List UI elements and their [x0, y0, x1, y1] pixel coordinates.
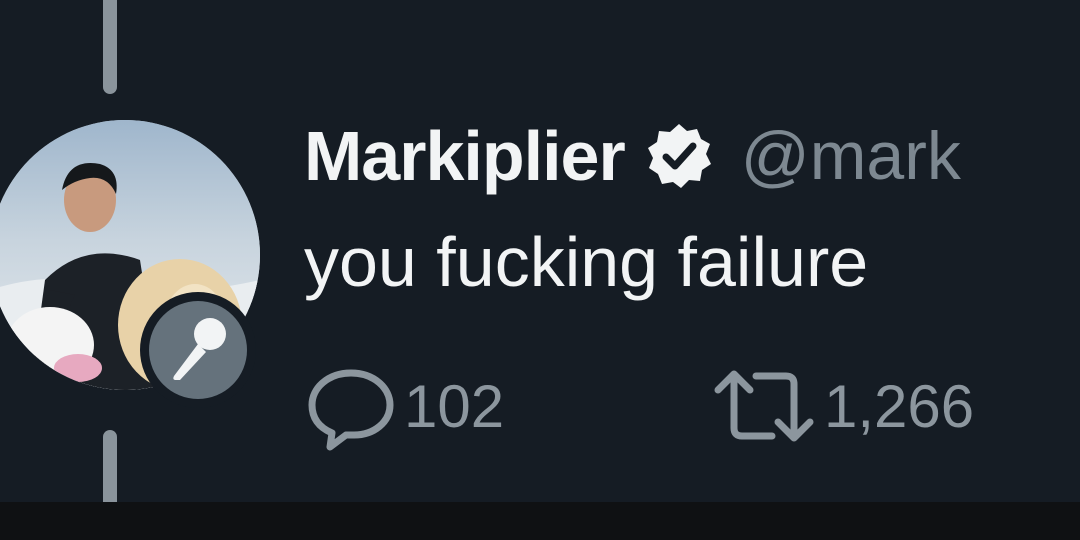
reply-count: 102: [404, 372, 505, 440]
thread-line-top: [103, 0, 117, 94]
display-name[interactable]: Markiplier: [304, 116, 626, 196]
verified-badge-icon: [647, 124, 711, 188]
space-badge[interactable]: [140, 292, 256, 408]
reply-button[interactable]: 102: [306, 366, 505, 451]
bottom-bar: [0, 502, 1080, 540]
reply-bubble-icon: [308, 369, 394, 451]
tweet-header: Markiplier @mark: [304, 116, 961, 196]
microphone-icon: [173, 318, 226, 380]
tweet-text: you fucking failure: [304, 223, 869, 301]
user-handle[interactable]: @mark: [741, 117, 961, 195]
tweet-card[interactable]: Markiplier @mark you fucking failure 102…: [0, 0, 1080, 502]
retweet-count: 1,266: [824, 372, 975, 440]
thread-line-bottom: [103, 430, 117, 502]
retweet-button[interactable]: 1,266: [712, 366, 974, 446]
retweet-icon: [714, 370, 814, 442]
